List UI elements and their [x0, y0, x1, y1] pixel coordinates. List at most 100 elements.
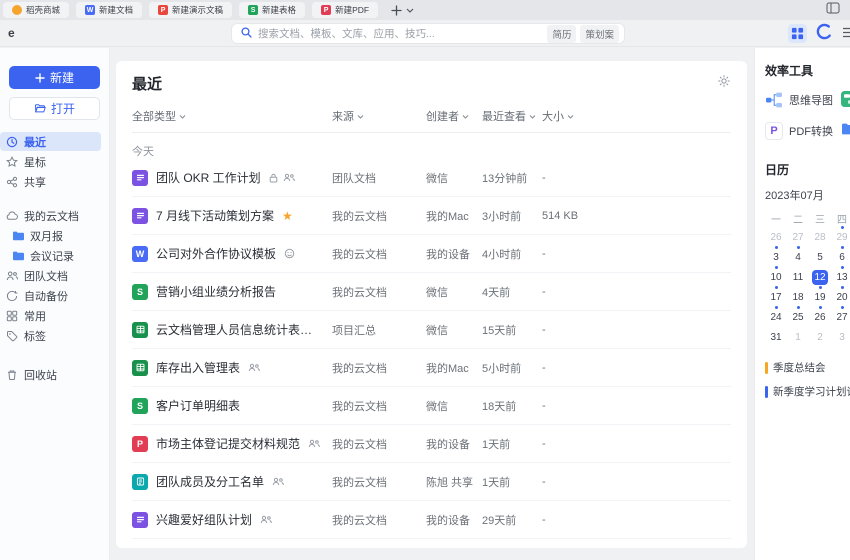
- calendar-day[interactable]: 26: [809, 305, 831, 325]
- calendar-day[interactable]: 12: [809, 265, 831, 285]
- sidebar-item-label: 星标: [24, 154, 46, 170]
- sidebar-item-4[interactable]: 双月报: [0, 226, 109, 245]
- tab-label: 新建演示文稿: [172, 4, 223, 16]
- avatar[interactable]: [816, 23, 833, 45]
- plus-icon: [35, 73, 45, 83]
- table-row[interactable]: P市场主体登记提交材料规范我的云文档我的设备1天前-: [132, 425, 731, 463]
- settings-gear-icon[interactable]: [717, 74, 731, 93]
- sidebar-item-10[interactable]: 回收站: [0, 365, 109, 384]
- filter-4[interactable]: 大小: [542, 108, 731, 124]
- calendar-day[interactable]: 10: [765, 265, 787, 285]
- sidebar-item-5[interactable]: 会议记录: [0, 246, 109, 265]
- calendar-day[interactable]: 19: [809, 285, 831, 305]
- filter-3[interactable]: 最近查看: [482, 108, 542, 124]
- table-row[interactable]: S营销小组业绩分析报告我的云文档微信4天前-: [132, 273, 731, 311]
- calendar-day[interactable]: 27: [831, 305, 850, 325]
- calendar-event[interactable]: 新季度学习计划讨论: [765, 384, 850, 399]
- table-row[interactable]: S客户订单明细表我的云文档微信18天前-: [132, 387, 731, 425]
- filter-2[interactable]: 创建者: [426, 108, 482, 124]
- doc-creator: 陈旭 共享: [426, 474, 482, 490]
- new-tab-button[interactable]: [388, 2, 404, 18]
- calendar-day[interactable]: 6: [831, 245, 850, 265]
- tool-label: 思维导图: [789, 92, 833, 108]
- open-button[interactable]: 打开: [9, 97, 100, 120]
- menu-icon[interactable]: [842, 25, 850, 43]
- shared-members-icon: [272, 477, 284, 486]
- calendar-day[interactable]: 20: [831, 285, 850, 305]
- table-row[interactable]: W公司对外合作协议模板我的云文档我的设备4小时前-: [132, 235, 731, 273]
- doc-creator: 我的设备: [426, 512, 482, 528]
- table-row[interactable]: 云文档管理人员信息统计表格验收项目汇总微信15天前-: [132, 311, 731, 349]
- day-number: 6: [834, 250, 850, 265]
- sidebar-item-8[interactable]: 常用: [0, 306, 109, 325]
- sidebar-item-1[interactable]: 星标: [0, 152, 109, 171]
- tab-list-chevron-icon[interactable]: [406, 8, 414, 13]
- calendar-month[interactable]: 2023年07月: [765, 187, 850, 203]
- table-row[interactable]: 兴趣爱好组队计划我的云文档我的设备29天前-: [132, 501, 731, 539]
- table-row[interactable]: 团队 OKR 工作计划团队文档微信13分钟前-: [132, 159, 731, 197]
- shared-members-icon: [283, 173, 295, 182]
- writer-icon: W: [85, 5, 95, 15]
- sidebar-item-2[interactable]: 共享: [0, 172, 109, 191]
- event-dot: [819, 286, 822, 289]
- tab-bar: 稻壳商城 W新建文档 P新建演示文稿 S新建表格 P新建PDF: [0, 0, 850, 20]
- calendar-day[interactable]: 17: [765, 285, 787, 305]
- tool-1[interactable]: PPDF转换: [765, 121, 850, 141]
- calendar-day[interactable]: 5: [809, 245, 831, 265]
- calendar-day[interactable]: 3: [765, 245, 787, 265]
- sidebar-item-label: 回收站: [24, 367, 57, 383]
- sidebar-item-7[interactable]: 自动备份: [0, 286, 109, 305]
- cloud-folder-icon[interactable]: [841, 122, 850, 141]
- event-dot: [819, 306, 822, 309]
- weekday-label: 二: [787, 211, 809, 225]
- day-number: 4: [790, 250, 806, 265]
- filter-1[interactable]: 来源: [332, 108, 426, 124]
- flowchart-icon[interactable]: [841, 91, 850, 112]
- search-tag[interactable]: 策划案: [580, 25, 619, 43]
- doc-source: 我的云文档: [332, 246, 426, 262]
- calendar-day[interactable]: 2: [809, 325, 831, 345]
- calendar-day[interactable]: 24: [765, 305, 787, 325]
- search-tag[interactable]: 简历: [547, 25, 576, 43]
- tool-0[interactable]: 思维导图: [765, 90, 850, 110]
- app-logo: e: [8, 26, 15, 40]
- filter-0[interactable]: 全部类型: [132, 108, 332, 124]
- toggle-panel-icon[interactable]: [826, 1, 840, 19]
- doc-name: 团队 OKR 工作计划: [156, 169, 261, 186]
- calendar-day[interactable]: 3: [831, 325, 850, 345]
- sidebar-item-3[interactable]: 我的云文档: [0, 206, 109, 225]
- new-button[interactable]: 新建: [9, 66, 100, 89]
- calendar-day[interactable]: 26: [765, 225, 787, 245]
- tab-docer[interactable]: 稻壳商城: [3, 2, 69, 18]
- calendar-day[interactable]: 18: [787, 285, 809, 305]
- table-row[interactable]: 团队成员及分工名单我的云文档陈旭 共享1天前-: [132, 463, 731, 501]
- weekday-label: 三: [809, 211, 831, 225]
- day-number: 1: [790, 330, 806, 345]
- tab-writer-doc[interactable]: W新建文档: [76, 2, 142, 18]
- calendar-day[interactable]: 1: [787, 325, 809, 345]
- event-dot: [775, 286, 778, 289]
- calendar-day[interactable]: 28: [809, 225, 831, 245]
- event-dot: [775, 246, 778, 249]
- tab-spreadsheet[interactable]: S新建表格: [239, 2, 305, 18]
- doc-viewed: 4天前: [482, 284, 542, 300]
- sidebar-item-0[interactable]: 最近: [0, 132, 101, 151]
- calendar-event[interactable]: 季度总结会: [765, 360, 850, 375]
- tab-pdf[interactable]: P新建PDF: [312, 2, 378, 18]
- search-input[interactable]: 搜索文档、模板、文库、应用、技巧... 简历策划案: [231, 23, 625, 44]
- table-row[interactable]: 库存出入管理表我的云文档我的Mac5小时前-: [132, 349, 731, 387]
- calendar-day[interactable]: 13: [831, 265, 850, 285]
- calendar-day[interactable]: 31: [765, 325, 787, 345]
- calendar-day[interactable]: 27: [787, 225, 809, 245]
- apps-grid-icon[interactable]: [788, 24, 807, 43]
- chevron-down-icon: [529, 110, 536, 122]
- calendar-day[interactable]: 4: [787, 245, 809, 265]
- table-row[interactable]: 7 月线下活动策划方案★我的云文档我的Mac3小时前514 KB: [132, 197, 731, 235]
- tab-presentation[interactable]: P新建演示文稿: [149, 2, 232, 18]
- sidebar-item-label: 常用: [24, 308, 46, 324]
- calendar-day[interactable]: 29: [831, 225, 850, 245]
- sidebar-item-9[interactable]: 标签: [0, 326, 109, 345]
- calendar-day[interactable]: 25: [787, 305, 809, 325]
- calendar-day[interactable]: 11: [787, 265, 809, 285]
- sidebar-item-6[interactable]: 团队文档: [0, 266, 109, 285]
